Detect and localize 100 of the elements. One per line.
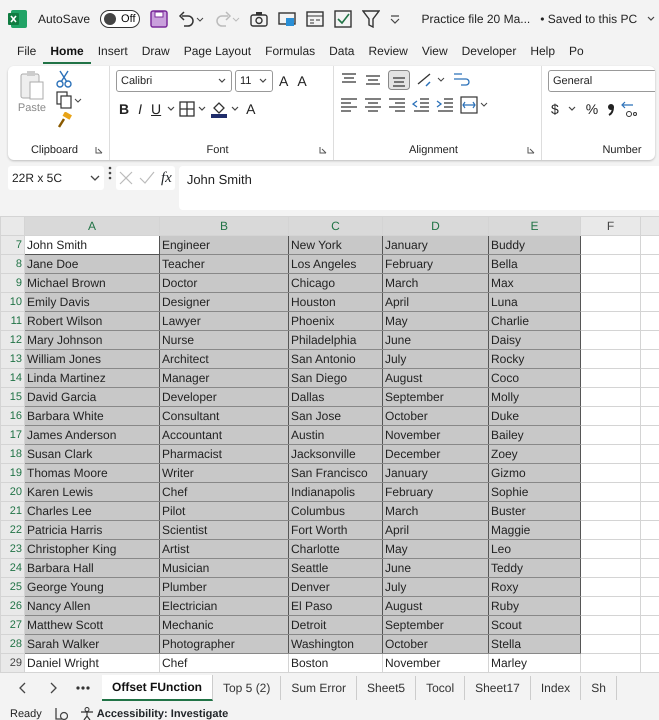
camera-icon[interactable]: [250, 11, 268, 27]
table-cell[interactable]: Jane Doe: [24, 254, 160, 274]
table-cell[interactable]: Susan Clark: [24, 444, 160, 464]
select-all-corner[interactable]: [0, 216, 24, 236]
column-header[interactable]: C: [288, 216, 382, 236]
paste-button[interactable]: Paste: [14, 70, 50, 128]
table-cell[interactable]: Philadelphia: [288, 330, 382, 350]
decrease-indent-icon[interactable]: [412, 97, 430, 113]
sheet-tab[interactable]: Sh: [581, 676, 617, 700]
save-icon[interactable]: [150, 10, 168, 28]
accessibility-button[interactable]: Accessibility: Investigate: [80, 706, 228, 720]
row-header[interactable]: 26: [0, 596, 24, 616]
table-cell[interactable]: August: [382, 368, 488, 388]
ribbon-tab[interactable]: Insert: [90, 40, 135, 64]
table-cell[interactable]: [580, 502, 640, 520]
table-cell[interactable]: Roxy: [488, 578, 580, 596]
table-cell[interactable]: May: [382, 312, 488, 330]
ribbon-tab[interactable]: Formulas: [258, 40, 322, 64]
table-cell[interactable]: [580, 330, 640, 350]
ribbon-tab[interactable]: Page Layout: [176, 40, 258, 64]
row-header[interactable]: 18: [0, 444, 24, 464]
table-cell[interactable]: Christopher King: [24, 540, 160, 558]
currency-button[interactable]: $: [548, 98, 562, 120]
table-cell[interactable]: [580, 274, 640, 292]
column-header[interactable]: [640, 216, 659, 236]
table-cell[interactable]: Consultant: [160, 406, 288, 426]
table-cell[interactable]: Duke: [488, 406, 580, 426]
table-cell[interactable]: Seattle: [288, 558, 382, 578]
table-cell[interactable]: Artist: [160, 540, 288, 558]
table-cell[interactable]: [580, 406, 640, 426]
dropdown-caret-icon[interactable]: [167, 106, 176, 112]
table-cell[interactable]: Los Angeles: [288, 254, 382, 274]
table-cell[interactable]: June: [382, 558, 488, 578]
table-cell[interactable]: [580, 464, 640, 482]
save-status[interactable]: • Saved to this PC: [540, 10, 638, 28]
table-cell[interactable]: San Antonio: [288, 350, 382, 368]
borders-icon[interactable]: [179, 101, 196, 117]
row-header[interactable]: 17: [0, 426, 24, 444]
align-right-icon[interactable]: [388, 97, 406, 113]
table-cell[interactable]: Houston: [288, 292, 382, 312]
redo-icon[interactable]: [214, 11, 240, 27]
insert-function-button[interactable]: fx: [161, 166, 172, 190]
decrease-decimal-icon[interactable]: [621, 100, 638, 118]
table-cell[interactable]: Detroit: [288, 616, 382, 634]
table-cell[interactable]: Leo: [488, 540, 580, 558]
row-header[interactable]: 25: [0, 578, 24, 596]
customize-menu-icon[interactable]: [390, 14, 400, 24]
table-cell[interactable]: [580, 482, 640, 502]
table-cell[interactable]: Scout: [488, 616, 580, 634]
table-cell[interactable]: Accountant: [160, 426, 288, 444]
table-cell[interactable]: January: [382, 236, 488, 254]
table-cell[interactable]: Buddy: [488, 236, 580, 254]
table-cell[interactable]: Designer: [160, 292, 288, 312]
row-header[interactable]: 28: [0, 634, 24, 654]
percent-button[interactable]: %: [582, 98, 602, 120]
more-sheets-icon[interactable]: [76, 686, 90, 690]
table-cell[interactable]: October: [382, 406, 488, 426]
undo-icon[interactable]: [178, 11, 204, 27]
table-cell[interactable]: Mechanic: [160, 616, 288, 634]
autosave-toggle[interactable]: Off: [100, 10, 140, 28]
ribbon-tab[interactable]: Home: [43, 40, 91, 64]
macro-record-icon[interactable]: [54, 707, 68, 720]
previous-sheet-icon[interactable]: [18, 682, 28, 694]
fill-color-icon[interactable]: [210, 100, 228, 118]
table-cell[interactable]: San Jose: [288, 406, 382, 426]
chevron-icon[interactable]: [647, 16, 656, 22]
row-header[interactable]: 19: [0, 464, 24, 482]
table-cell[interactable]: [580, 634, 640, 654]
table-cell[interactable]: [580, 236, 640, 254]
more-options-icon[interactable]: [108, 166, 112, 180]
row-header[interactable]: 7: [0, 236, 24, 254]
table-cell[interactable]: Phoenix: [288, 312, 382, 330]
table-cell[interactable]: Coco: [488, 368, 580, 388]
ribbon-tab[interactable]: Data: [322, 40, 362, 64]
table-cell[interactable]: Charlie: [488, 312, 580, 330]
table-cell[interactable]: Patricia Harris: [24, 520, 160, 540]
sheet-tab[interactable]: Sheet5: [357, 676, 416, 700]
table-cell[interactable]: [580, 444, 640, 464]
table-cell[interactable]: [580, 350, 640, 368]
table-cell[interactable]: Maggie: [488, 520, 580, 540]
table-cell[interactable]: Indianapolis: [288, 482, 382, 502]
row-header[interactable]: 29: [0, 654, 24, 672]
table-cell[interactable]: Emily Davis: [24, 292, 160, 312]
table-cell[interactable]: William Jones: [24, 350, 160, 368]
table-cell[interactable]: November: [382, 426, 488, 444]
table-cell[interactable]: September: [382, 616, 488, 634]
table-cell[interactable]: March: [382, 502, 488, 520]
table-cell[interactable]: El Paso: [288, 596, 382, 616]
table-cell[interactable]: [580, 596, 640, 616]
table-cell[interactable]: Lawyer: [160, 312, 288, 330]
table-cell[interactable]: Barbara White: [24, 406, 160, 426]
table-cell[interactable]: San Diego: [288, 368, 382, 388]
dropdown-caret-icon[interactable]: [198, 106, 208, 112]
column-header[interactable]: F: [580, 216, 640, 236]
table-cell[interactable]: San Francisco: [288, 464, 382, 482]
table-cell[interactable]: Max: [488, 274, 580, 292]
table-cell[interactable]: [580, 558, 640, 578]
table-cell[interactable]: Michael Brown: [24, 274, 160, 292]
cancel-icon[interactable]: [119, 171, 133, 185]
table-cell[interactable]: [580, 312, 640, 330]
